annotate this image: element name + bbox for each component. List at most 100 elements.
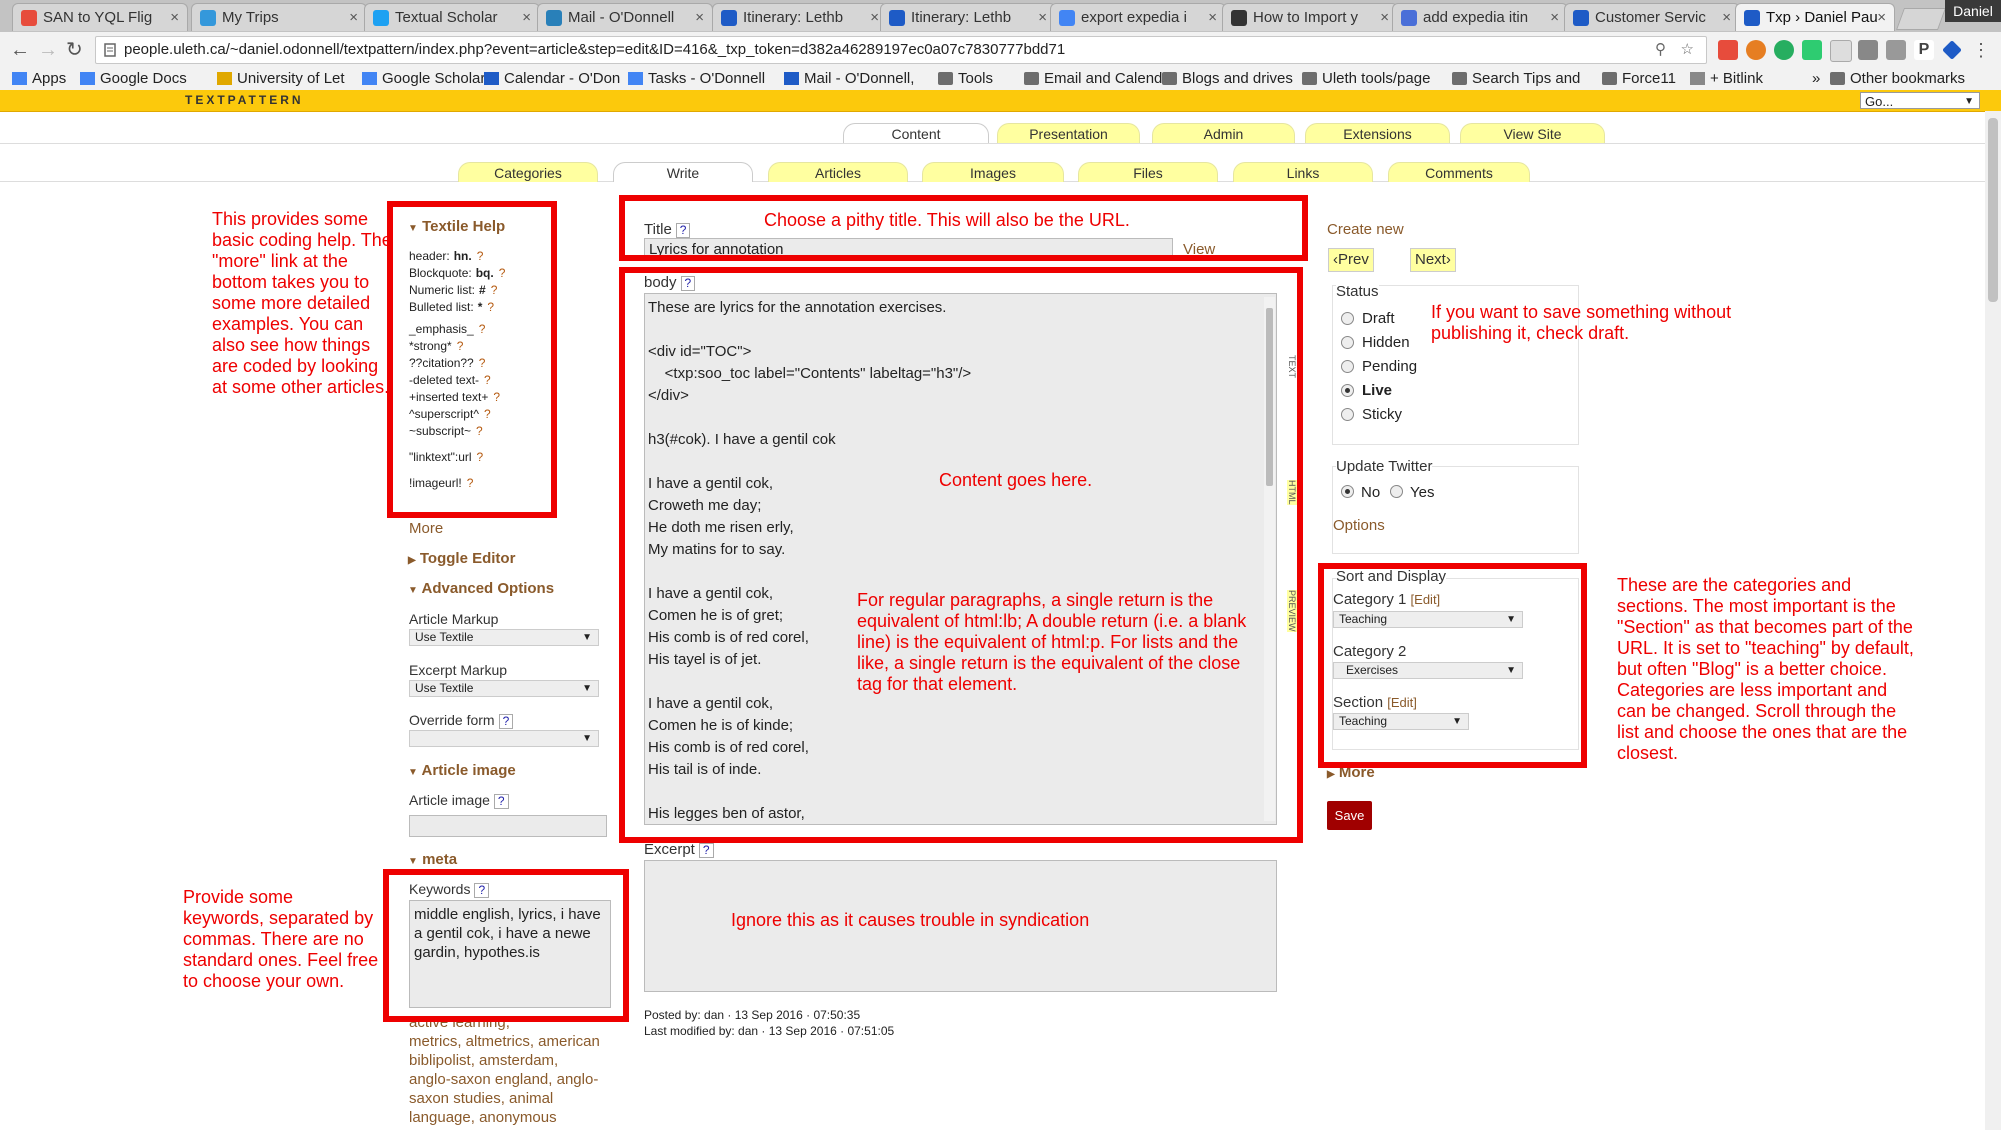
bookmark-item[interactable]: University of Let xyxy=(217,68,345,90)
override-form-select[interactable]: ▼ xyxy=(409,730,599,747)
article-image-toggle[interactable]: ▼ Article image xyxy=(408,762,516,779)
subtab-images[interactable]: Images xyxy=(922,162,1064,182)
tab-extensions[interactable]: Extensions xyxy=(1305,123,1450,143)
extension-green-icon[interactable] xyxy=(1774,40,1794,60)
close-tab-icon[interactable]: × xyxy=(1550,4,1559,31)
status-radio-hidden[interactable] xyxy=(1341,336,1354,349)
subtab-files[interactable]: Files xyxy=(1078,162,1218,182)
keyword-tag-link[interactable]: metrics, altmetrics, american xyxy=(409,1033,600,1050)
save-button[interactable]: Save xyxy=(1327,801,1372,830)
subtab-write[interactable]: Write xyxy=(613,162,753,182)
close-tab-icon[interactable]: × xyxy=(1877,4,1886,31)
close-tab-icon[interactable]: × xyxy=(870,4,879,31)
close-tab-icon[interactable]: × xyxy=(695,4,704,31)
browser-tab[interactable]: Mail - O'Donnell × xyxy=(537,3,713,31)
keyword-tag-link[interactable]: saxon studies, animal xyxy=(409,1090,553,1107)
options-link[interactable]: Options xyxy=(1333,517,1385,534)
close-tab-icon[interactable]: × xyxy=(1722,4,1731,31)
subtab-categories[interactable]: Categories xyxy=(458,162,598,182)
go-select[interactable]: Go... ▼ xyxy=(1860,92,1980,109)
bookmark-item[interactable]: Blogs and drives xyxy=(1162,68,1293,90)
tab-view-site[interactable]: View Site xyxy=(1460,123,1605,143)
bookmark-item[interactable]: Email and Calend xyxy=(1024,68,1162,90)
bookmark-item[interactable]: Force11 xyxy=(1602,68,1676,90)
tab-content[interactable]: Content xyxy=(843,123,989,143)
article-image-help[interactable]: ? xyxy=(493,794,509,809)
bookmark-item[interactable]: + Bitlink xyxy=(1690,68,1763,90)
new-tab-button[interactable] xyxy=(1895,8,1947,30)
extension-plus-icon[interactable] xyxy=(1718,40,1738,60)
browser-tab[interactable]: Customer Servic × xyxy=(1564,3,1740,31)
browser-tab[interactable]: export expedia i × xyxy=(1050,3,1226,31)
close-tab-icon[interactable]: × xyxy=(170,4,179,31)
twitter-no-radio[interactable] xyxy=(1341,485,1354,498)
address-bar[interactable]: people.uleth.ca/~daniel.odonnell/textpat… xyxy=(95,36,1707,64)
extension-evernote-icon[interactable] xyxy=(1802,40,1822,60)
keyword-tag-link[interactable]: anglo-saxon england, anglo- xyxy=(409,1071,598,1088)
bookmark-item[interactable]: Tools xyxy=(938,68,993,90)
page-info-icon[interactable] xyxy=(104,43,116,57)
reload-icon[interactable]: ↻ xyxy=(66,38,83,62)
keyword-tag-link[interactable]: language, anonymous xyxy=(409,1109,557,1126)
browser-tab[interactable]: add expedia itin × xyxy=(1392,3,1568,31)
browser-tab[interactable]: Itinerary: Lethb × xyxy=(712,3,888,31)
tab-admin[interactable]: Admin xyxy=(1152,123,1295,143)
browser-tab[interactable]: Txp › Daniel Pau × xyxy=(1735,3,1895,31)
bookmark-star-icon[interactable]: ☆ xyxy=(1681,37,1694,63)
close-tab-icon[interactable]: × xyxy=(349,4,358,31)
create-new-link[interactable]: Create new xyxy=(1327,221,1404,238)
tab-presentation[interactable]: Presentation xyxy=(997,123,1140,143)
extension-fire-icon[interactable] xyxy=(1746,40,1766,60)
status-radio-sticky[interactable] xyxy=(1341,408,1354,421)
article-image-input[interactable] xyxy=(409,815,607,837)
prev-button[interactable]: ‹Prev xyxy=(1328,248,1374,272)
textile-more-link[interactable]: More xyxy=(409,520,443,537)
excerpt-help[interactable]: ? xyxy=(698,843,714,858)
close-tab-icon[interactable]: × xyxy=(1208,4,1217,31)
bookmark-item[interactable]: Google Docs xyxy=(80,68,187,90)
subtab-comments[interactable]: Comments xyxy=(1388,162,1530,182)
subtab-articles[interactable]: Articles xyxy=(768,162,908,182)
forward-arrow-icon[interactable]: → xyxy=(38,38,58,62)
extension-cast-icon[interactable] xyxy=(1830,40,1852,62)
extension-gray-icon[interactable] xyxy=(1858,40,1878,60)
meta-toggle[interactable]: ▼ meta xyxy=(408,851,457,868)
browser-tab[interactable]: SAN to YQL Flig × xyxy=(12,3,188,31)
toggle-editor-link[interactable]: ▶ Toggle Editor xyxy=(408,550,515,567)
browser-tab[interactable]: My Trips × xyxy=(191,3,367,31)
extension-diamond-icon[interactable] xyxy=(1942,40,1962,60)
override-form-help[interactable]: ? xyxy=(498,714,514,729)
excerpt-markup-select[interactable]: Use Textile ▼ xyxy=(409,680,599,697)
status-radio-live[interactable] xyxy=(1341,384,1354,397)
bookmark-item[interactable]: Tasks - O'Donnell xyxy=(628,68,765,90)
status-radio-draft[interactable] xyxy=(1341,312,1354,325)
back-arrow-icon[interactable]: ← xyxy=(10,38,30,62)
chrome-menu-icon[interactable]: ⋮ xyxy=(1972,38,1990,62)
next-button[interactable]: Next› xyxy=(1410,248,1456,272)
zoom-icon[interactable]: ⚲ xyxy=(1655,37,1666,63)
other-bookmarks[interactable]: Other bookmarks xyxy=(1830,68,1965,90)
extension-box-icon[interactable] xyxy=(1886,40,1906,60)
close-tab-icon[interactable]: × xyxy=(1038,4,1047,31)
close-tab-icon[interactable]: × xyxy=(522,4,531,31)
bookmarks-overflow-chevron[interactable]: » xyxy=(1812,68,1820,90)
browser-tab[interactable]: Textual Scholar × xyxy=(364,3,540,31)
status-radio-pending[interactable] xyxy=(1341,360,1354,373)
advanced-options-toggle[interactable]: ▼ Advanced Options xyxy=(408,580,554,597)
close-tab-icon[interactable]: × xyxy=(1380,4,1389,31)
subtab-links[interactable]: Links xyxy=(1233,162,1373,182)
bookmark-item[interactable]: Search Tips and xyxy=(1452,68,1580,90)
bookmark-item[interactable]: Uleth tools/page xyxy=(1302,68,1430,90)
browser-tab[interactable]: Itinerary: Lethb × xyxy=(880,3,1056,31)
browser-tab[interactable]: How to Import y × xyxy=(1222,3,1398,31)
bookmark-item[interactable]: Apps xyxy=(12,68,66,90)
profile-button[interactable]: Daniel xyxy=(1945,0,2001,22)
extension-p-icon[interactable]: P xyxy=(1914,40,1934,60)
page-scrollbar-thumb[interactable] xyxy=(1988,118,1998,302)
bookmark-item[interactable]: Mail - O'Donnell, xyxy=(784,68,914,90)
bookmark-item[interactable]: Google Scholar xyxy=(362,68,485,90)
article-markup-select[interactable]: Use Textile ▼ xyxy=(409,629,599,646)
twitter-yes-radio[interactable] xyxy=(1390,485,1403,498)
keyword-tag-link[interactable]: biblipolist, amsterdam, xyxy=(409,1052,558,1069)
bookmark-item[interactable]: Calendar - O'Don xyxy=(484,68,620,90)
